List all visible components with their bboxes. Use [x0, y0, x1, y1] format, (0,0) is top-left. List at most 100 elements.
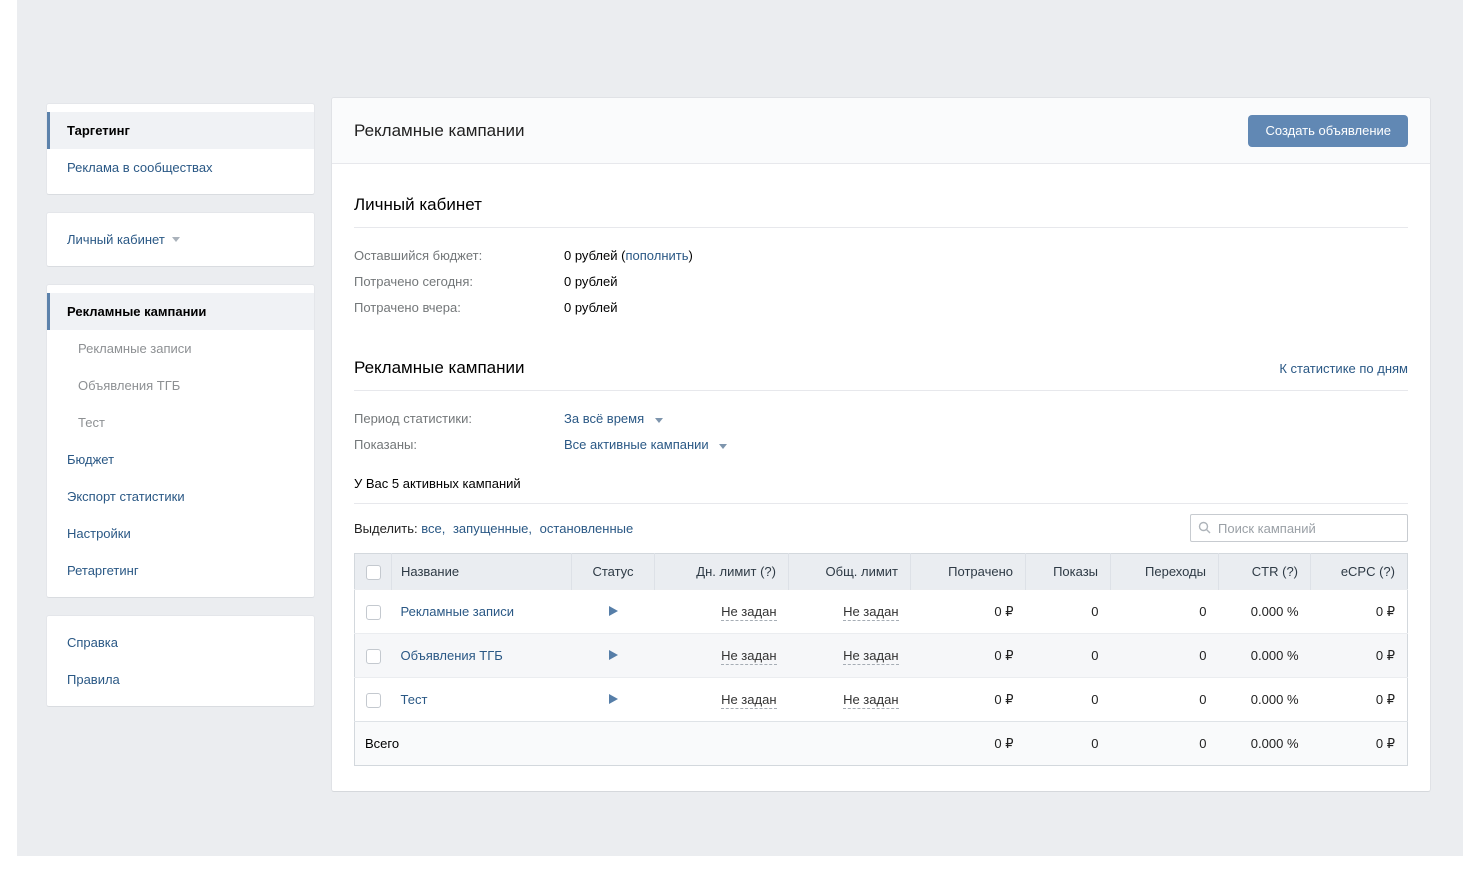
clicks-value: 0	[1111, 678, 1219, 722]
total-label: Всего	[355, 722, 911, 766]
sidebar-item-label: Тест	[78, 415, 105, 430]
budget-remaining-row: Оставшийся бюджет: 0 рублей (пополнить)	[354, 243, 1408, 269]
select-links: Выделить: все, запущенные, остановленные	[354, 521, 633, 536]
spent-value: 0 ₽	[911, 634, 1026, 678]
sidebar-item-personal-cabinet[interactable]: Личный кабинет	[47, 221, 314, 258]
sidebar-item-retargeting[interactable]: Ретаргетинг	[47, 552, 314, 589]
spent-today-label: Потрачено сегодня:	[354, 269, 564, 295]
sidebar-item-label: Личный кабинет	[67, 232, 165, 247]
campaign-name-link[interactable]: Тест	[401, 692, 428, 707]
sidebar-item-export-stats[interactable]: Экспорт статистики	[47, 478, 314, 515]
table-row: Объявления ТГБ Не задан Не задан 0 ₽ 0 0…	[355, 634, 1408, 678]
col-clicks: Переходы	[1111, 554, 1219, 590]
campaign-search	[1190, 514, 1408, 542]
col-ctr[interactable]: CTR (?)	[1219, 554, 1311, 590]
ecpc-value: 0 ₽	[1311, 590, 1408, 634]
campaign-name-link[interactable]: Объявления ТГБ	[401, 648, 503, 663]
ctr-value: 0.000 %	[1219, 678, 1311, 722]
sidebar-item-community-ads[interactable]: Реклама в сообществах	[47, 149, 314, 186]
divider	[354, 503, 1408, 504]
total-limit-value[interactable]: Не задан	[843, 648, 898, 665]
select-running-link[interactable]: запущенные	[453, 521, 528, 536]
select-all-link[interactable]: все	[421, 521, 442, 536]
select-all-checkbox[interactable]	[366, 565, 381, 580]
stats-period-dropdown[interactable]: За всё время	[564, 406, 663, 432]
main-panel: Рекламные кампании Создать объявление Ли…	[331, 97, 1431, 792]
col-total-limit: Общ. лимит	[789, 554, 911, 590]
sidebar-item-help[interactable]: Справка	[47, 624, 314, 661]
sidebar-item-label: Ретаргетинг	[67, 563, 139, 578]
chevron-down-icon	[655, 418, 663, 423]
comma: ,	[528, 521, 532, 536]
campaign-name-link[interactable]: Рекламные записи	[401, 604, 515, 619]
play-icon[interactable]	[609, 606, 618, 616]
top-up-link[interactable]: пополнить	[625, 248, 688, 263]
col-impressions: Показы	[1026, 554, 1111, 590]
daily-limit-value[interactable]: Не задан	[721, 692, 776, 709]
shown-filter-dropdown[interactable]: Все активные кампании	[564, 432, 727, 458]
play-icon[interactable]	[609, 694, 618, 704]
sidebar: Таргетинг Реклама в сообществах Личный к…	[46, 103, 315, 724]
budget-amount: 0 рублей	[564, 248, 618, 263]
play-icon[interactable]	[609, 650, 618, 660]
sidebar-item-settings[interactable]: Настройки	[47, 515, 314, 552]
sidebar-group-cabinet: Личный кабинет	[46, 212, 315, 267]
col-daily-limit[interactable]: Дн. лимит (?)	[655, 554, 789, 590]
table-total-row: Всего 0 ₽ 0 0 0.000 % 0 ₽	[355, 722, 1408, 766]
divider	[354, 390, 1408, 391]
ctr-value: 0.000 %	[1219, 590, 1311, 634]
total-impressions: 0	[1026, 722, 1111, 766]
paren: )	[689, 248, 693, 263]
total-limit-value[interactable]: Не задан	[843, 604, 898, 621]
budget-remaining-label: Оставшийся бюджет:	[354, 243, 564, 269]
stats-period-row: Период статистики: За всё время	[354, 406, 1408, 432]
spent-today-value: 0 рублей	[564, 269, 618, 295]
sidebar-item-label: Правила	[67, 672, 120, 687]
row-checkbox[interactable]	[366, 649, 381, 664]
sidebar-group-help: Справка Правила	[46, 615, 315, 707]
total-spent: 0 ₽	[911, 722, 1026, 766]
daily-stats-link[interactable]: К статистике по дням	[1279, 361, 1408, 376]
chevron-down-icon	[719, 444, 727, 449]
table-header-row: Название Статус Дн. лимит (?) Общ. лимит…	[355, 554, 1408, 590]
sidebar-item-test[interactable]: Тест	[47, 404, 314, 441]
row-checkbox[interactable]	[366, 605, 381, 620]
budget-summary: Оставшийся бюджет: 0 рублей (пополнить) …	[354, 243, 1408, 321]
sidebar-item-ad-campaigns[interactable]: Рекламные кампании	[47, 293, 314, 330]
impressions-value: 0	[1026, 634, 1111, 678]
sidebar-item-label: Справка	[67, 635, 118, 650]
select-label: Выделить:	[354, 521, 418, 536]
sidebar-group-campaigns: Рекламные кампании Рекламные записи Объя…	[46, 284, 315, 598]
sidebar-item-rules[interactable]: Правила	[47, 661, 314, 698]
daily-limit-value[interactable]: Не задан	[721, 604, 776, 621]
total-ctr: 0.000 %	[1219, 722, 1311, 766]
stats-period-value: За всё время	[564, 411, 644, 426]
campaigns-section-head: Рекламные кампании К статистике по дням	[354, 358, 1408, 378]
campaigns-table: Название Статус Дн. лимит (?) Общ. лимит…	[354, 553, 1408, 766]
sidebar-item-ad-posts[interactable]: Рекламные записи	[47, 330, 314, 367]
select-stopped-link[interactable]: остановленные	[540, 521, 634, 536]
row-checkbox[interactable]	[366, 693, 381, 708]
col-ecpc[interactable]: eCPC (?)	[1311, 554, 1408, 590]
spent-today-row: Потрачено сегодня: 0 рублей	[354, 269, 1408, 295]
sidebar-item-targeting[interactable]: Таргетинг	[47, 112, 314, 149]
layout: Таргетинг Реклама в сообществах Личный к…	[17, 0, 1463, 792]
impressions-value: 0	[1026, 678, 1111, 722]
sidebar-item-label: Бюджет	[67, 452, 114, 467]
sidebar-item-tgb-ads[interactable]: Объявления ТГБ	[47, 367, 314, 404]
sidebar-item-budget[interactable]: Бюджет	[47, 441, 314, 478]
create-ad-button[interactable]: Создать объявление	[1248, 115, 1408, 147]
table-row: Рекламные записи Не задан Не задан 0 ₽ 0…	[355, 590, 1408, 634]
search-input[interactable]	[1190, 514, 1408, 542]
daily-limit-value[interactable]: Не задан	[721, 648, 776, 665]
ctr-value: 0.000 %	[1219, 634, 1311, 678]
ecpc-value: 0 ₽	[1311, 678, 1408, 722]
panel-body: Личный кабинет Оставшийся бюджет: 0 рубл…	[332, 164, 1430, 791]
sidebar-item-label: Рекламные кампании	[67, 304, 206, 319]
campaign-filters: Период статистики: За всё время Показаны…	[354, 406, 1408, 458]
col-name: Название	[392, 554, 572, 590]
spent-value: 0 ₽	[911, 678, 1026, 722]
total-clicks: 0	[1111, 722, 1219, 766]
shown-filter-row: Показаны: Все активные кампании	[354, 432, 1408, 458]
total-limit-value[interactable]: Не задан	[843, 692, 898, 709]
